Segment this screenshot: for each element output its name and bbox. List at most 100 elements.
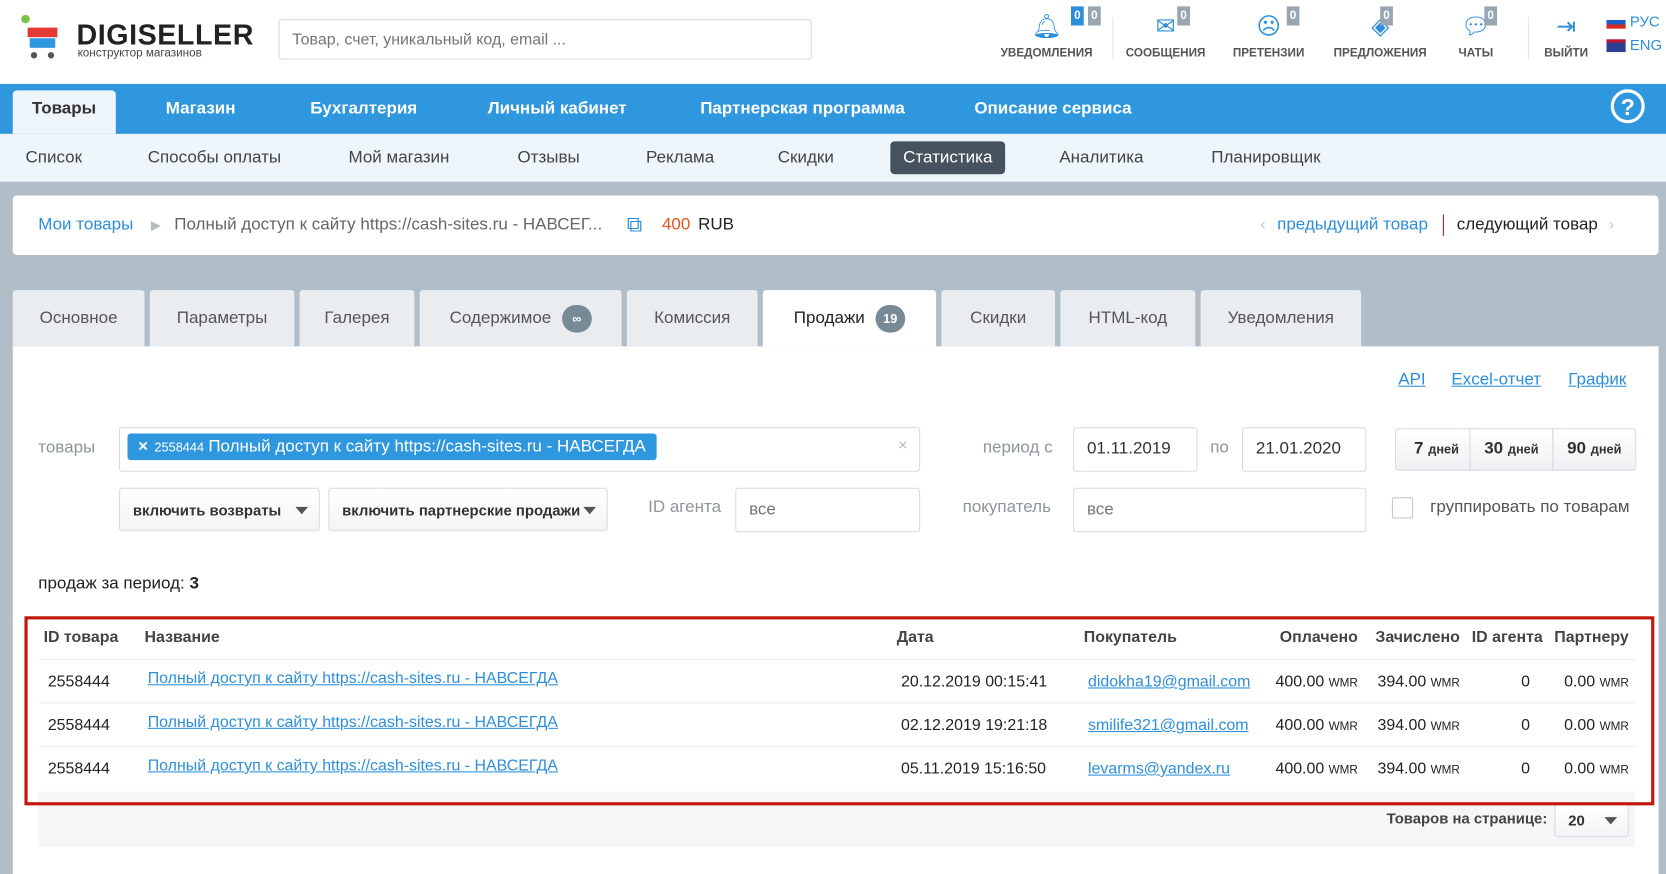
subnav-list[interactable]: Список [26, 134, 83, 182]
subnav-ads[interactable]: Реклама [646, 134, 714, 182]
tab-sales[interactable]: Продажи 19 [762, 290, 937, 347]
subnav-statistics[interactable]: Статистика [890, 141, 1006, 175]
lang-ru-label: РУС [1629, 12, 1660, 30]
period-90-days-button[interactable]: 90 дней [1552, 428, 1637, 471]
nav-description[interactable]: Описание сервиса [974, 84, 1131, 134]
returns-label: включить возвраты [132, 501, 282, 519]
messages-label: СООБЩЕНИЯ [1125, 46, 1206, 60]
sales-count: продаж за период: 3 [38, 575, 199, 594]
tab-discounts[interactable]: Скидки [941, 290, 1056, 347]
period-to-label: по [1210, 438, 1229, 457]
price-value: 400 [661, 215, 691, 234]
unit: дней [1428, 442, 1459, 457]
page: DIGISELLER конструктор магазинов 🔔︎ 0 0 … [0, 0, 1666, 874]
prev-product-link[interactable]: предыдущий товар [1277, 196, 1428, 256]
tab-gallery[interactable]: Галерея [299, 290, 415, 347]
nav-accounting[interactable]: Бухгалтерия [310, 84, 417, 134]
agent-id-input[interactable] [735, 487, 921, 533]
notifications-button[interactable]: 🔔︎ 0 0 УВЕДОМЛЕНИЯ [999, 6, 1101, 60]
messages-count: 0 [1177, 6, 1190, 26]
nav-partner[interactable]: Партнерская программа [700, 84, 905, 134]
clear-icon[interactable]: × [898, 437, 908, 456]
logout-label: ВЫЙТИ [1544, 46, 1589, 60]
chats-label: ЧАТЫ [1458, 46, 1494, 60]
tag-name: Полный доступ к сайту https://cash-sites… [208, 437, 646, 456]
chats-count: 0 [1484, 6, 1498, 26]
content-badge: ∞ [561, 304, 592, 333]
period-7-days-button[interactable]: 7 дней [1395, 428, 1478, 471]
sales-count-value: 3 [189, 574, 199, 593]
group-by-goods-checkbox[interactable] [1391, 497, 1414, 519]
period-30-days-button[interactable]: 30 дней [1469, 428, 1554, 471]
period-from-input[interactable]: 01.11.2019 [1073, 427, 1198, 472]
tab-content[interactable]: Содержимое ∞ [419, 290, 622, 347]
price-currency: RUB [698, 215, 734, 234]
offers-label: ПРЕДЛОЖЕНИЯ [1333, 46, 1427, 60]
subnav-analytics[interactable]: Аналитика [1059, 134, 1143, 182]
subnav-my-shop[interactable]: Мой магазин [349, 134, 450, 182]
partner-sales-dropdown[interactable]: включить партнерские продажи [328, 487, 608, 532]
unit: дней [1590, 442, 1622, 457]
tab-notifications[interactable]: Уведомления [1200, 290, 1362, 347]
logout-button[interactable]: ⇥ ВЫЙТИ [1519, 11, 1613, 60]
remove-tag-icon[interactable]: × [138, 438, 148, 456]
buyer-input[interactable] [1073, 487, 1367, 533]
period-to-input[interactable]: 21.01.2020 [1242, 427, 1367, 472]
chart-link[interactable]: График [1568, 371, 1626, 390]
notifications-count: 0 [1071, 6, 1084, 26]
unit: дней [1507, 442, 1539, 457]
notifications-label: УВЕДОМЛЕНИЯ [1000, 46, 1093, 60]
goods-tag: × 2558444 Полный доступ к сайту https://ca… [127, 433, 657, 461]
subnav-scheduler[interactable]: Планировщик [1211, 134, 1320, 182]
caret-down-icon [1604, 817, 1618, 825]
nav-goods[interactable]: Товары [12, 90, 116, 134]
tab-html[interactable]: HTML-код [1060, 290, 1196, 347]
uk-flag-icon [1606, 39, 1626, 53]
period-from-label: период с [982, 438, 1053, 457]
divider [1442, 214, 1444, 236]
subnav-discounts[interactable]: Скидки [778, 134, 834, 182]
logo-cart-icon[interactable] [19, 14, 66, 59]
help-icon[interactable]: ? [1610, 89, 1645, 124]
per-page-select[interactable]: 20 [1554, 803, 1629, 838]
divider [1112, 17, 1114, 60]
tab-label: Содержимое [449, 309, 552, 328]
next-product-link[interactable]: следующий товар [1457, 196, 1598, 256]
returns-dropdown[interactable]: включить возвраты [119, 487, 320, 532]
tab-main[interactable]: Основное [12, 290, 145, 347]
claims-label: ПРЕТЕНЗИИ [1232, 46, 1305, 60]
envelope-icon: ✉ [1155, 12, 1176, 40]
num: 30 [1484, 439, 1504, 458]
breadcrumb-current: Полный доступ к сайту https://cash-sites… [174, 215, 603, 234]
partner-sales-label: включить партнерские продажи [342, 501, 581, 519]
breadcrumb-my-goods[interactable]: Мои товары [38, 196, 133, 256]
tag-id: 2558444 [154, 439, 205, 455]
search-input[interactable] [278, 19, 812, 60]
offers-button[interactable]: ◈ 0 ПРЕДЛОЖЕНИЯ [1332, 6, 1428, 60]
buyer-label: покупатель [962, 498, 1051, 517]
messages-button[interactable]: ✉ 0 СООБЩЕНИЯ [1118, 6, 1214, 60]
per-page-label: Товаров на странице: [1386, 809, 1548, 827]
chevron-right-icon: ▶ [150, 217, 161, 233]
nav-cabinet[interactable]: Личный кабинет [488, 84, 627, 134]
group-by-goods-label: группировать по товарам [1430, 498, 1630, 517]
claims-button[interactable]: ☹ 0 ПРЕТЕНЗИИ [1221, 6, 1317, 60]
lang-en-button[interactable]: ENG [1606, 36, 1662, 53]
nav-shop[interactable]: Магазин [166, 84, 236, 134]
tab-params[interactable]: Параметры [149, 290, 295, 347]
tab-commission[interactable]: Комиссия [626, 290, 758, 347]
lang-ru-button[interactable]: РУС [1606, 12, 1660, 30]
subnav-reviews[interactable]: Отзывы [517, 134, 579, 182]
excel-link[interactable]: Excel-отчет [1451, 371, 1541, 390]
caret-down-icon [583, 506, 597, 515]
sad-face-icon: ☹ [1256, 12, 1281, 40]
highlight-box [24, 616, 1655, 806]
api-link[interactable]: API [1398, 371, 1425, 390]
logo-subtitle: конструктор магазинов [77, 46, 202, 60]
num: 7 [1414, 439, 1424, 458]
external-link-icon[interactable]: ⧉ [627, 196, 642, 256]
subnav-payment[interactable]: Способы оплаты [148, 134, 281, 182]
sales-badge: 19 [875, 304, 906, 333]
claims-count: 0 [1286, 6, 1300, 26]
chats-button[interactable]: 💬︎ 0 ЧАТЫ [1428, 6, 1524, 60]
